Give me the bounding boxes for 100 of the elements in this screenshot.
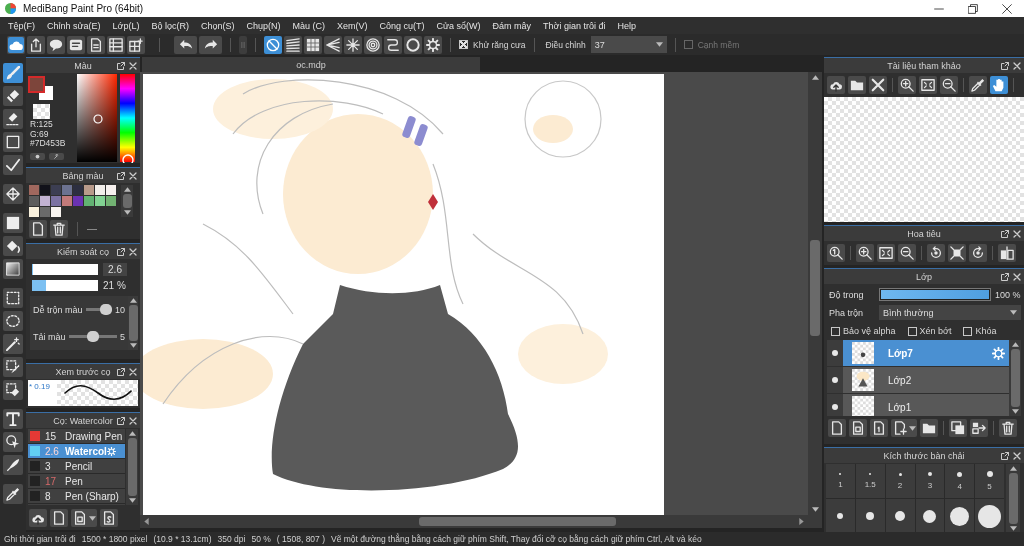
palette-swatch-icon[interactable] bbox=[84, 185, 94, 195]
tool-button[interactable] bbox=[3, 484, 23, 504]
rotate-right-button[interactable] bbox=[969, 244, 987, 262]
brush-size-option[interactable] bbox=[855, 499, 885, 533]
saturation-value-picker[interactable] bbox=[77, 74, 117, 162]
close-icon[interactable] bbox=[1013, 229, 1021, 238]
palette-swatch-icon[interactable] bbox=[29, 207, 39, 217]
zoom-reset-button[interactable] bbox=[827, 244, 845, 262]
reset-view-button[interactable] bbox=[948, 244, 966, 262]
palette-swatch-icon[interactable] bbox=[51, 185, 61, 195]
zoom-out-button[interactable] bbox=[940, 76, 958, 94]
layer-row[interactable]: Lớp1 bbox=[827, 394, 1009, 416]
tool-button[interactable] bbox=[3, 311, 23, 331]
checkbox-label[interactable]: Xén bớt bbox=[919, 326, 952, 336]
flip-button[interactable] bbox=[998, 244, 1016, 262]
zoom-in-button[interactable] bbox=[898, 76, 916, 94]
reference-tool-button[interactable] bbox=[990, 76, 1008, 94]
tool-button[interactable] bbox=[3, 132, 23, 152]
menu-item[interactable]: Lớp(L) bbox=[106, 17, 146, 34]
menu-item[interactable]: Chụp(N) bbox=[240, 17, 287, 34]
delete-palette-button[interactable] bbox=[50, 220, 68, 238]
visibility-dot-icon[interactable] bbox=[832, 350, 838, 356]
tool-button[interactable] bbox=[3, 236, 23, 256]
scrollbar[interactable] bbox=[126, 429, 138, 505]
tool-button[interactable] bbox=[3, 155, 23, 175]
menu-item[interactable]: Màu (C) bbox=[286, 17, 332, 34]
popout-icon[interactable] bbox=[117, 61, 125, 70]
upload-button[interactable] bbox=[827, 76, 845, 94]
new-layer-button[interactable] bbox=[849, 419, 867, 437]
close-icon[interactable] bbox=[1013, 272, 1021, 281]
scrollbar[interactable] bbox=[808, 72, 822, 515]
blend-mode-dropdown[interactable]: Bình thường bbox=[879, 305, 1021, 320]
snap-button[interactable] bbox=[344, 35, 362, 54]
popout-icon[interactable] bbox=[1001, 272, 1009, 281]
foreground-color-swatch-icon[interactable] bbox=[30, 78, 43, 91]
zoom-out-button[interactable] bbox=[898, 244, 916, 262]
color-option-button[interactable] bbox=[30, 153, 45, 160]
scrollbar-thumb[interactable] bbox=[127, 438, 137, 496]
toolbar-button[interactable] bbox=[127, 35, 145, 54]
visibility-dot-icon[interactable] bbox=[832, 377, 838, 383]
reference-tool-button[interactable] bbox=[969, 76, 987, 94]
delete-layer-button[interactable] bbox=[999, 419, 1017, 437]
tool-button[interactable] bbox=[3, 109, 23, 129]
menu-item[interactable]: Xem(V) bbox=[331, 17, 374, 34]
scrollbar[interactable] bbox=[140, 515, 822, 528]
brush-size-option[interactable] bbox=[975, 499, 1004, 533]
scrollbar[interactable] bbox=[1006, 464, 1020, 533]
checkbox[interactable] bbox=[907, 326, 917, 336]
popout-icon[interactable] bbox=[1001, 229, 1009, 238]
picker-ring-icon[interactable] bbox=[93, 113, 104, 124]
brush-size-slider[interactable] bbox=[32, 264, 98, 275]
menu-item[interactable]: Công cụ(T) bbox=[373, 17, 431, 34]
redo-button[interactable] bbox=[199, 35, 222, 54]
popout-icon[interactable] bbox=[117, 171, 125, 180]
palette-swatch-icon[interactable] bbox=[40, 185, 50, 195]
add-brush-button[interactable] bbox=[71, 509, 97, 527]
scrollbar-thumb[interactable] bbox=[128, 305, 138, 341]
close-icon[interactable] bbox=[129, 171, 137, 180]
scrollbar-thumb[interactable] bbox=[1010, 349, 1020, 407]
toolbar-button[interactable] bbox=[107, 35, 125, 54]
add-layer-button[interactable] bbox=[891, 419, 917, 437]
popout-icon[interactable] bbox=[117, 247, 125, 256]
zoom-in-button[interactable] bbox=[856, 244, 874, 262]
tool-button[interactable] bbox=[3, 63, 23, 83]
snap-button[interactable] bbox=[364, 35, 382, 54]
palette-swatch-icon[interactable] bbox=[95, 196, 105, 206]
slider-thumb[interactable] bbox=[100, 304, 112, 315]
popout-icon[interactable] bbox=[1001, 61, 1009, 70]
snap-button[interactable] bbox=[284, 35, 302, 54]
document-tab[interactable]: oc.mdp bbox=[142, 57, 480, 72]
new-palette-button[interactable] bbox=[29, 220, 47, 238]
scrollbar[interactable] bbox=[128, 296, 138, 350]
tool-button[interactable] bbox=[3, 432, 23, 452]
brush-size-option[interactable]: 4 bbox=[945, 464, 975, 498]
toolbar-button[interactable] bbox=[67, 35, 85, 54]
scrollbar[interactable] bbox=[121, 185, 133, 217]
palette-swatch-icon[interactable] bbox=[62, 196, 72, 206]
snap-button[interactable] bbox=[264, 35, 282, 54]
scrollbar-thumb[interactable] bbox=[1008, 473, 1018, 524]
popout-icon[interactable] bbox=[1001, 451, 1009, 460]
merge-button[interactable] bbox=[970, 419, 988, 437]
palette-swatch-icon[interactable] bbox=[95, 185, 105, 195]
settings-icon[interactable] bbox=[106, 446, 116, 456]
toolbar-button[interactable] bbox=[27, 35, 45, 54]
palette-swatch-icon[interactable] bbox=[51, 196, 61, 206]
snap-button[interactable] bbox=[304, 35, 322, 54]
new-layer-button[interactable] bbox=[828, 419, 846, 437]
close-icon[interactable] bbox=[129, 367, 137, 376]
undo-button[interactable] bbox=[174, 35, 197, 54]
menu-item[interactable]: Help bbox=[611, 17, 643, 34]
palette-swatch-icon[interactable] bbox=[62, 185, 72, 195]
hue-ring-icon[interactable] bbox=[121, 153, 134, 163]
correction-dropdown[interactable]: 37 bbox=[590, 36, 667, 53]
fit-button[interactable] bbox=[919, 76, 937, 94]
brush-size-field[interactable]: 2.6 bbox=[103, 263, 127, 276]
tool-button[interactable] bbox=[3, 409, 23, 429]
palette-swatch-icon[interactable] bbox=[106, 185, 116, 195]
brush-size-option[interactable] bbox=[885, 499, 915, 533]
palette-swatch-icon[interactable] bbox=[106, 196, 116, 206]
palette-swatch-icon[interactable] bbox=[73, 185, 83, 195]
